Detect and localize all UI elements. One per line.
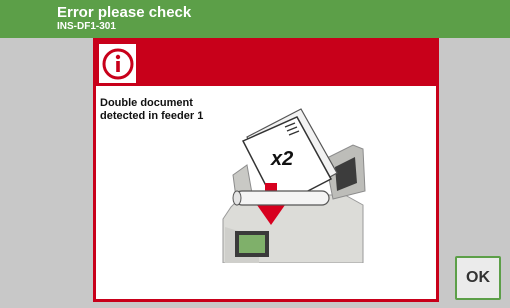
dialog-header-band bbox=[96, 41, 436, 86]
error-code: INS-DF1-301 bbox=[57, 21, 116, 32]
message-line-2: detected in feeder 1 bbox=[100, 110, 204, 122]
info-icon bbox=[96, 41, 139, 86]
error-dialog: Double document detected in feeder 1 x2 bbox=[93, 38, 439, 302]
error-header: Error please check INS-DF1-301 bbox=[0, 0, 510, 38]
error-title: Error please check bbox=[57, 4, 192, 21]
multiplier-label: x2 bbox=[270, 148, 293, 170]
error-message: Double document detected in feeder 1 bbox=[100, 97, 203, 123]
message-line-1: Double document bbox=[100, 97, 193, 109]
ok-button[interactable]: OK bbox=[455, 256, 501, 300]
double-document-feeder-illustration: x2 bbox=[222, 108, 366, 263]
